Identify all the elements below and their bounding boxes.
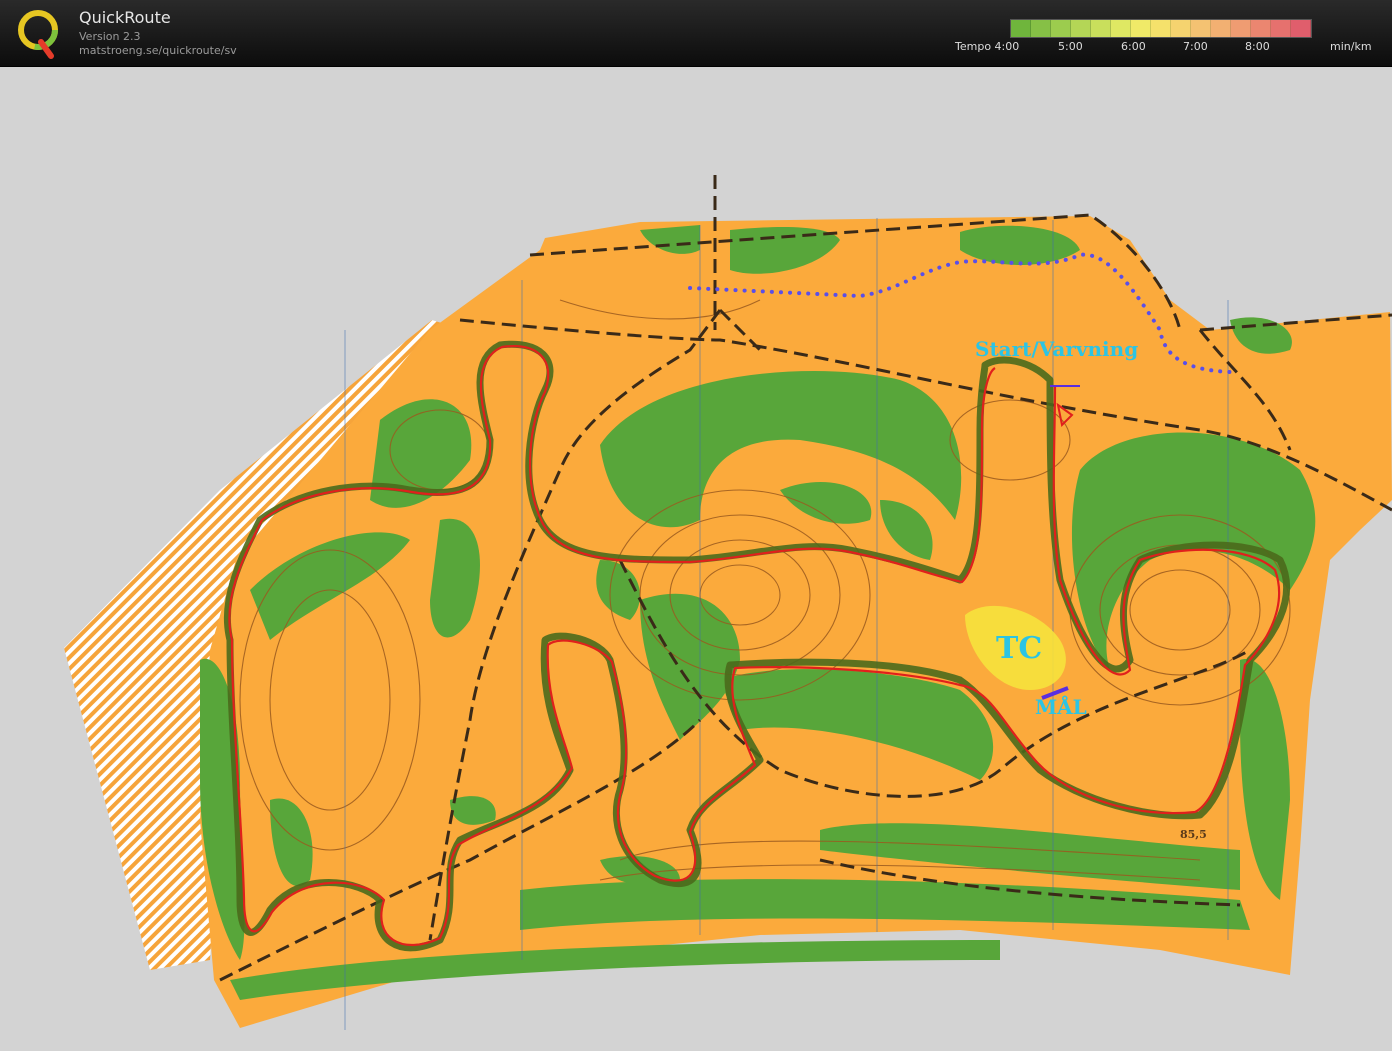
tempo-color-step (1071, 20, 1091, 37)
tempo-color-step (1151, 20, 1171, 37)
tempo-color-step (1271, 20, 1291, 37)
finish-label: MÅL (1035, 695, 1087, 719)
tempo-color-step (1131, 20, 1151, 37)
start-label: Start/Varvning (975, 337, 1138, 361)
tc-label: TC (996, 631, 1042, 666)
app-version: Version 2.3 (79, 30, 141, 43)
height-label: 85,5 (1180, 828, 1207, 841)
tempo-tick-7: 7:00 (1183, 40, 1208, 53)
app-url: matstroeng.se/quickroute/sv (79, 44, 237, 57)
quickroute-logo (18, 10, 58, 59)
tempo-color-step (1211, 20, 1231, 37)
tempo-color-step (1011, 20, 1031, 37)
tempo-tick-6: 6:00 (1121, 40, 1146, 53)
tempo-color-step (1031, 20, 1051, 37)
tempo-color-step (1091, 20, 1111, 37)
tempo-color-scale (1010, 19, 1312, 38)
tempo-color-step (1051, 20, 1071, 37)
top-bar: QuickRoute Version 2.3 matstroeng.se/qui… (0, 0, 1392, 67)
app-title: QuickRoute (79, 8, 171, 27)
tempo-label: Tempo 4:00 (955, 40, 1020, 53)
map-view[interactable]: Start/Varvning TC MÅL 85,5 (0, 66, 1392, 1051)
tempo-unit: min/km (1330, 40, 1372, 53)
orienteering-map[interactable]: Start/Varvning TC MÅL 85,5 (0, 66, 1392, 1051)
tempo-color-step (1171, 20, 1191, 37)
tempo-color-step (1111, 20, 1131, 37)
tempo-color-step (1251, 20, 1271, 37)
tempo-color-step (1291, 20, 1311, 37)
tempo-color-step (1191, 20, 1211, 37)
tempo-color-step (1231, 20, 1251, 37)
tempo-tick-8: 8:00 (1245, 40, 1270, 53)
tempo-tick-5: 5:00 (1058, 40, 1083, 53)
